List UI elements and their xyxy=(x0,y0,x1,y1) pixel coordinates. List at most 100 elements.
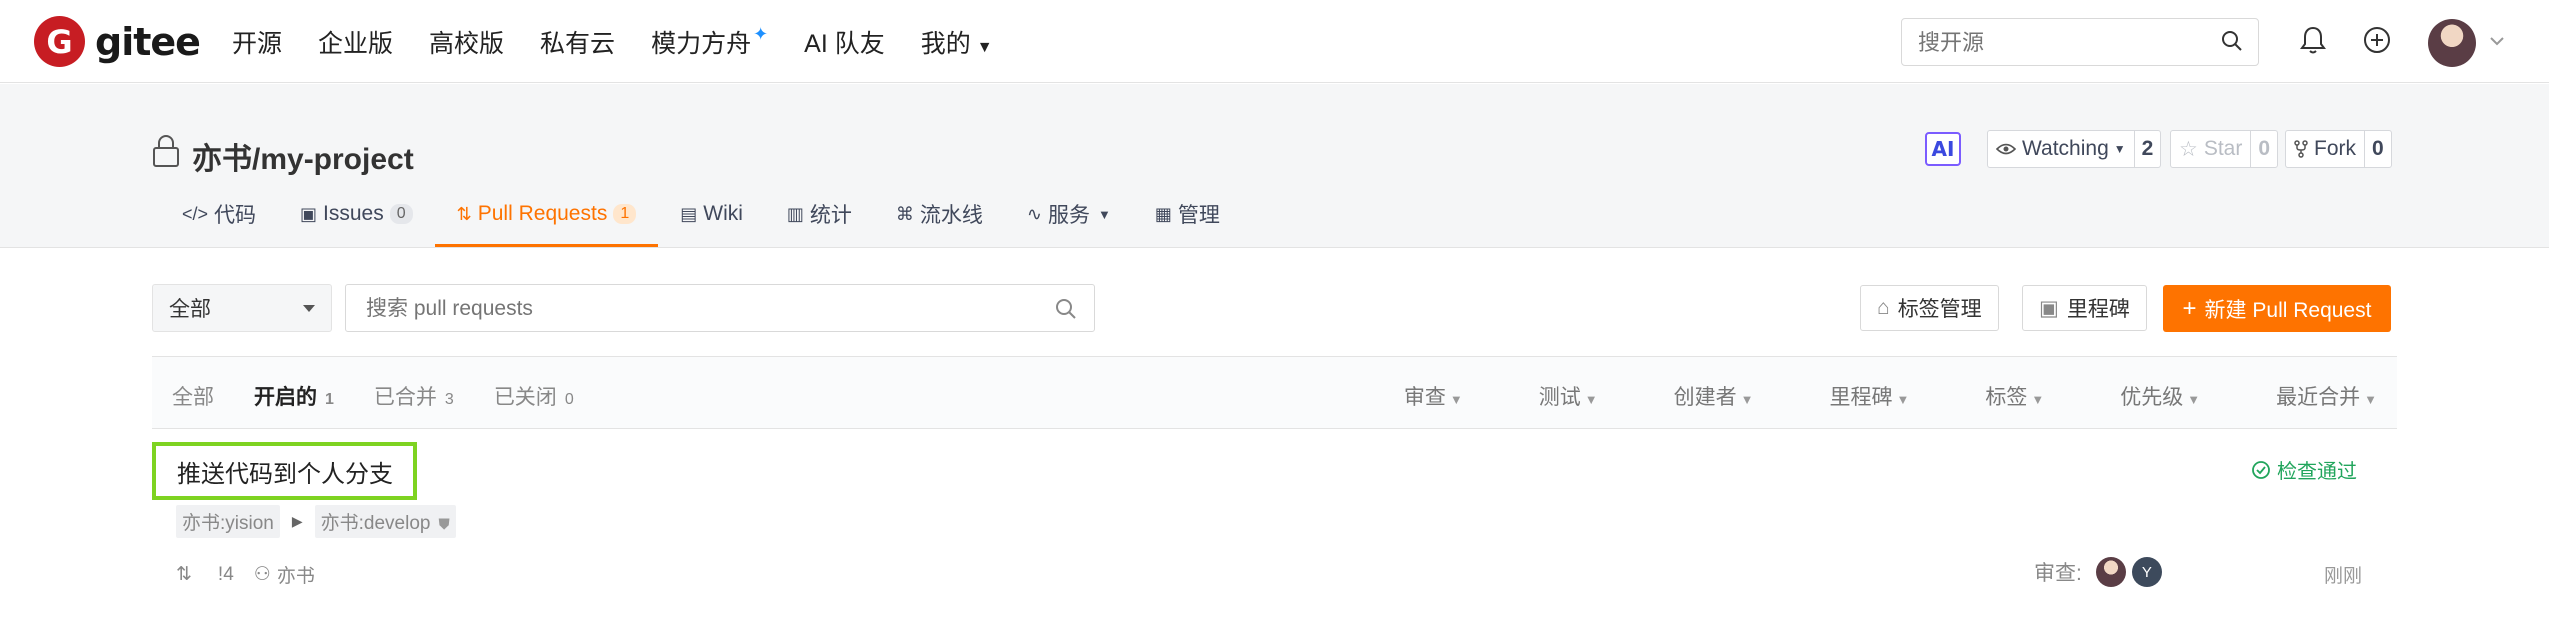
fork-icon xyxy=(2294,140,2308,158)
tab-code[interactable]: </> 代码 xyxy=(160,194,278,234)
gitee-logo[interactable]: G gitee xyxy=(34,16,201,67)
star-button[interactable]: ☆ Star 0 xyxy=(2170,130,2279,168)
milestone-icon: ▣ xyxy=(2039,296,2059,320)
caret-down-icon: ▼ xyxy=(2187,392,2201,407)
new-pull-request-button[interactable]: + 新建 Pull Request xyxy=(2163,285,2391,332)
state-merged-count: 3 xyxy=(444,391,454,408)
fork-label-wrap[interactable]: Fork xyxy=(2286,131,2364,167)
global-search[interactable] xyxy=(1901,18,2259,66)
project-header: 亦书/my-project AI Watching ▼ 2 ☆ Star 0 F… xyxy=(0,84,2549,248)
filter-test-label: 测试 xyxy=(1538,386,1581,409)
caret-down-icon: ▼ xyxy=(1896,392,1910,407)
project-title[interactable]: 亦书/my-project xyxy=(192,134,414,178)
nav-item-opensource[interactable]: 开源 xyxy=(232,24,282,60)
caret-down-icon: ▼ xyxy=(1098,206,1111,222)
state-closed-count: 0 xyxy=(564,391,574,408)
pr-search-input[interactable] xyxy=(366,297,1016,321)
nav-item-mine[interactable]: 我的 ▼ xyxy=(921,24,993,60)
search-icon[interactable] xyxy=(2220,29,2244,53)
state-open[interactable]: 开启的 1 xyxy=(254,381,334,411)
watching-label: Watching xyxy=(2022,137,2109,160)
pr-meta: ⇅ !4 ⚇ 亦书 xyxy=(176,561,335,588)
pipeline-icon: ⌘ xyxy=(895,203,914,224)
tab-statistics[interactable]: ▥ 统计 xyxy=(765,194,874,234)
watching-count[interactable]: 2 xyxy=(2133,131,2161,167)
user-avatar[interactable] xyxy=(2428,19,2476,67)
pull-request-list: 全部 开启的 1 已合并 3 已关闭 0 审查 ▼ 测试 ▼ 创建者 ▼ 里程碑 ▼ 标签 ▼ … xyxy=(152,356,2397,618)
state-open-label: 开启的 xyxy=(254,386,317,409)
nav-item-ai-teammate[interactable]: AI 队友 xyxy=(804,24,885,60)
watching-button[interactable]: Watching ▼ 2 xyxy=(1987,130,2162,168)
user-icon: ⚇ xyxy=(253,564,271,585)
pr-search[interactable] xyxy=(345,284,1095,332)
tab-statistics-label: 统计 xyxy=(809,204,852,227)
tab-manage-label: 管理 xyxy=(1177,204,1220,227)
lock-icon xyxy=(153,135,179,167)
state-all-label: 全部 xyxy=(172,386,214,409)
issues-icon: ▣ xyxy=(300,203,318,224)
search-icon[interactable] xyxy=(1054,297,1078,321)
fork-button[interactable]: Fork 0 xyxy=(2285,130,2392,168)
global-search-input[interactable] xyxy=(1918,30,2198,56)
pr-author-name: 亦书 xyxy=(276,566,315,587)
check-status-label: 检查通过 xyxy=(2277,461,2357,483)
top-header: G gitee 开源 企业版 高校版 私有云 模力方舟 ✦ AI 队友 我的 ▼ xyxy=(0,0,2549,83)
star-count[interactable]: 0 xyxy=(2250,131,2277,167)
caret-down-icon: ▼ xyxy=(2031,392,2045,407)
tab-pipeline[interactable]: ⌘ 流水线 xyxy=(874,194,1005,234)
caret-down-icon: ▼ xyxy=(976,39,993,56)
tab-manage[interactable]: ▦ 管理 xyxy=(1133,194,1242,234)
filter-review-label: 审查 xyxy=(1403,386,1446,409)
tab-services[interactable]: ∿ 服务 ▼ xyxy=(1005,194,1133,234)
reviewer-avatar-initial[interactable]: Y xyxy=(2131,557,2162,587)
state-all[interactable]: 全部 xyxy=(172,381,214,411)
plus-circle-icon[interactable] xyxy=(2362,25,2392,55)
filter-creator[interactable]: 创建者 ▼ xyxy=(1636,381,1754,411)
reviewer-avatar[interactable] xyxy=(2095,557,2126,587)
tab-pull-requests[interactable]: ⇅ Pull Requests 1 xyxy=(434,194,659,247)
list-header: 全部 开启的 1 已合并 3 已关闭 0 审查 ▼ 测试 ▼ 创建者 ▼ 里程碑 ▼ 标签 ▼ … xyxy=(152,357,2397,429)
source-branch[interactable]: 亦书:yision xyxy=(176,505,280,538)
state-closed[interactable]: 已关闭 0 xyxy=(494,381,574,411)
filter-review[interactable]: 审查 ▼ xyxy=(1366,381,1463,411)
target-branch-label: 亦书:develop xyxy=(320,513,431,534)
caret-down-icon xyxy=(303,305,315,312)
target-branch[interactable]: 亦书:develop ⛊ xyxy=(314,505,456,538)
nav-item-education[interactable]: 高校版 xyxy=(429,24,504,60)
filter-test[interactable]: 测试 ▼ xyxy=(1501,381,1598,411)
state-merged[interactable]: 已合并 3 xyxy=(374,381,454,411)
chevron-down-icon[interactable] xyxy=(2490,36,2504,46)
filter-label[interactable]: 标签 ▼ xyxy=(1947,381,2044,411)
pr-title-link[interactable]: 推送代码到个人分支 xyxy=(152,442,417,500)
tab-pull-requests-label: Pull Requests xyxy=(477,202,608,225)
label-manage-button[interactable]: ⌂ 标签管理 xyxy=(1860,285,1999,331)
eye-icon xyxy=(1996,143,2016,155)
reviewers-label: 审查: xyxy=(2034,562,2082,585)
reviewers: 审查: Y xyxy=(2034,557,2162,587)
watching-label-wrap[interactable]: Watching ▼ xyxy=(1988,131,2134,167)
pr-author[interactable]: ⚇ 亦书 xyxy=(254,561,315,588)
milestone-button[interactable]: ▣ 里程碑 xyxy=(2022,285,2147,331)
tab-wiki[interactable]: ▤ Wiki xyxy=(658,194,765,234)
pr-number[interactable]: !4 xyxy=(218,564,234,586)
filter-priority[interactable]: 优先级 ▼ xyxy=(2082,381,2200,411)
tab-issues[interactable]: ▣ Issues 0 xyxy=(278,194,435,234)
check-status[interactable]: 检查通过 xyxy=(2251,455,2357,484)
nav-item-private-cloud[interactable]: 私有云 xyxy=(540,24,615,60)
nav-item-enterprise[interactable]: 企业版 xyxy=(318,24,393,60)
check-circle-icon xyxy=(2252,460,2270,479)
star-icon: ☆ xyxy=(2179,137,2198,161)
pull-request-icon: ⇅ xyxy=(176,564,192,585)
tab-services-label: 服务 xyxy=(1048,204,1091,227)
bell-icon[interactable] xyxy=(2299,25,2327,55)
gitee-logo-mark: G xyxy=(34,16,85,67)
ai-assistant-button[interactable]: AI xyxy=(1925,132,1961,166)
nav-item-moli[interactable]: 模力方舟 ✦ xyxy=(651,24,768,60)
fork-count[interactable]: 0 xyxy=(2364,131,2391,167)
filter-sort[interactable]: 最近合并 ▼ xyxy=(2238,381,2377,411)
star-label-wrap[interactable]: ☆ Star xyxy=(2171,131,2250,167)
pr-scope-select[interactable]: 全部 xyxy=(152,284,332,332)
pr-filters: 审查 ▼ 测试 ▼ 创建者 ▼ 里程碑 ▼ 标签 ▼ 优先级 ▼ 最近合并 ▼ xyxy=(1328,381,2377,411)
filter-milestone[interactable]: 里程碑 ▼ xyxy=(1792,381,1910,411)
tab-pipeline-label: 流水线 xyxy=(919,204,983,227)
